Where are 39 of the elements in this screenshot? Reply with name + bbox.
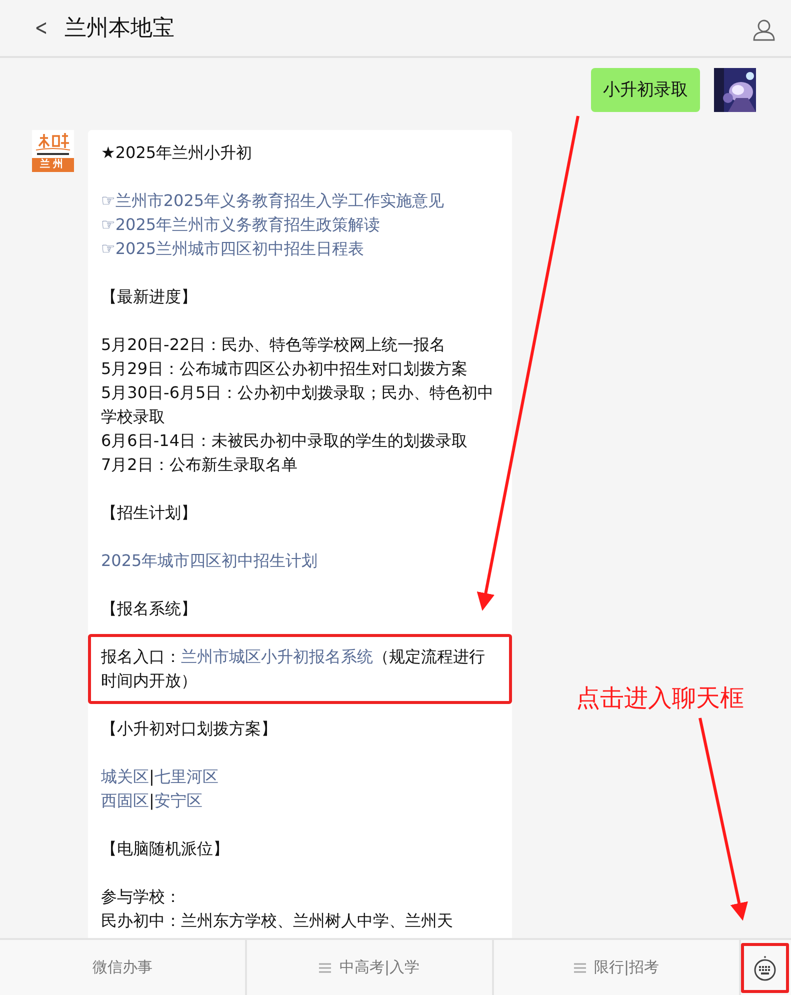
message-text: 6月6日-14日：未被民办初中录取的学生的划拨录取	[101, 430, 468, 452]
menu-tab[interactable]: 限行|招考	[494, 940, 741, 995]
profile-icon[interactable]	[753, 19, 775, 41]
article-link[interactable]: ☞兰州市2025年义务教育招生入学工作实施意见	[101, 189, 499, 213]
message-text: 【报名系统】	[101, 598, 198, 620]
message-bubble: 小升初录取	[591, 68, 700, 112]
article-link[interactable]: 2025年城市四区初中招生计划	[101, 549, 499, 573]
list-icon	[319, 962, 332, 972]
menu-tab[interactable]: 中高考|入学	[247, 940, 494, 995]
message-text: 城关区|七里河区	[101, 766, 220, 788]
article-link[interactable]: 城关区	[101, 767, 149, 786]
message-text: 5月29日：公布城市四区公办初中招生对口划拨方案	[101, 358, 469, 380]
annotation-text: 点击进入聊天框	[576, 683, 744, 714]
list-icon	[574, 962, 586, 972]
article-link[interactable]: ☞2025兰州城市四区初中招生日程表	[101, 237, 499, 261]
article-link[interactable]: 兰州市城区小升初报名系统	[181, 647, 373, 666]
article-link[interactable]: 安宁区	[154, 791, 202, 810]
message-text: 5月30日-6月5日：公办初中划拨录取；民办、特色初中学校录取	[101, 382, 495, 428]
article-link[interactable]: 七里河区	[154, 767, 218, 786]
message-text: 7月2日：公布新生录取名单	[101, 454, 298, 476]
message-text: 民办初中：兰州东方学校、兰州树人中学、兰州天	[101, 910, 454, 932]
message-text: 5月20日-22日：民办、特色等学校网上统一报名	[101, 334, 447, 356]
keyboard-icon	[753, 955, 777, 981]
message-text: 参与学校：	[101, 886, 182, 908]
message-text: 西固区|安宁区	[101, 790, 204, 812]
message-text: ★2025年兰州小升初	[101, 142, 254, 164]
keyboard-button[interactable]	[741, 943, 789, 993]
back-button[interactable]: <	[34, 16, 48, 40]
message-text: 【招生计划】	[101, 502, 198, 524]
logo-text: 兰州	[32, 158, 74, 172]
menu-tab[interactable]: 微信办事	[0, 940, 247, 995]
article-link[interactable]: 西固区	[101, 791, 149, 810]
message-text: 【电脑随机派位】	[101, 838, 230, 860]
article-link[interactable]: ☞2025年兰州市义务教育招生政策解读	[101, 213, 499, 237]
chat-title: 兰州本地宝	[64, 15, 176, 43]
message-text: 【最新进度】	[101, 286, 198, 308]
message-text: 报名入口：兰州市城区小升初报名系统（规定流程进行时间内开放）	[101, 646, 486, 692]
account-avatar[interactable]: 兰州	[32, 130, 74, 172]
message-text: 【小升初对口划拨方案】	[101, 718, 278, 740]
